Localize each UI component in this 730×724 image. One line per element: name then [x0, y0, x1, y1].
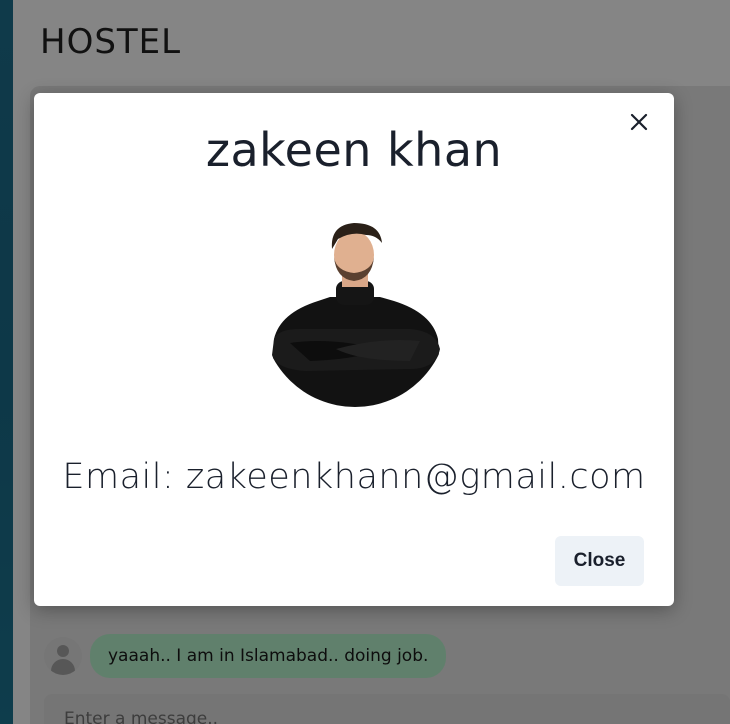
profile-email: Email: zakeenkhann@gmail.com — [62, 457, 646, 497]
profile-name: zakeen khan — [205, 123, 503, 177]
profile-modal: zakeen khan Email: zakeenkhann@gmail.com — [34, 93, 674, 606]
close-button[interactable]: Close — [555, 536, 644, 586]
profile-photo — [262, 221, 448, 407]
